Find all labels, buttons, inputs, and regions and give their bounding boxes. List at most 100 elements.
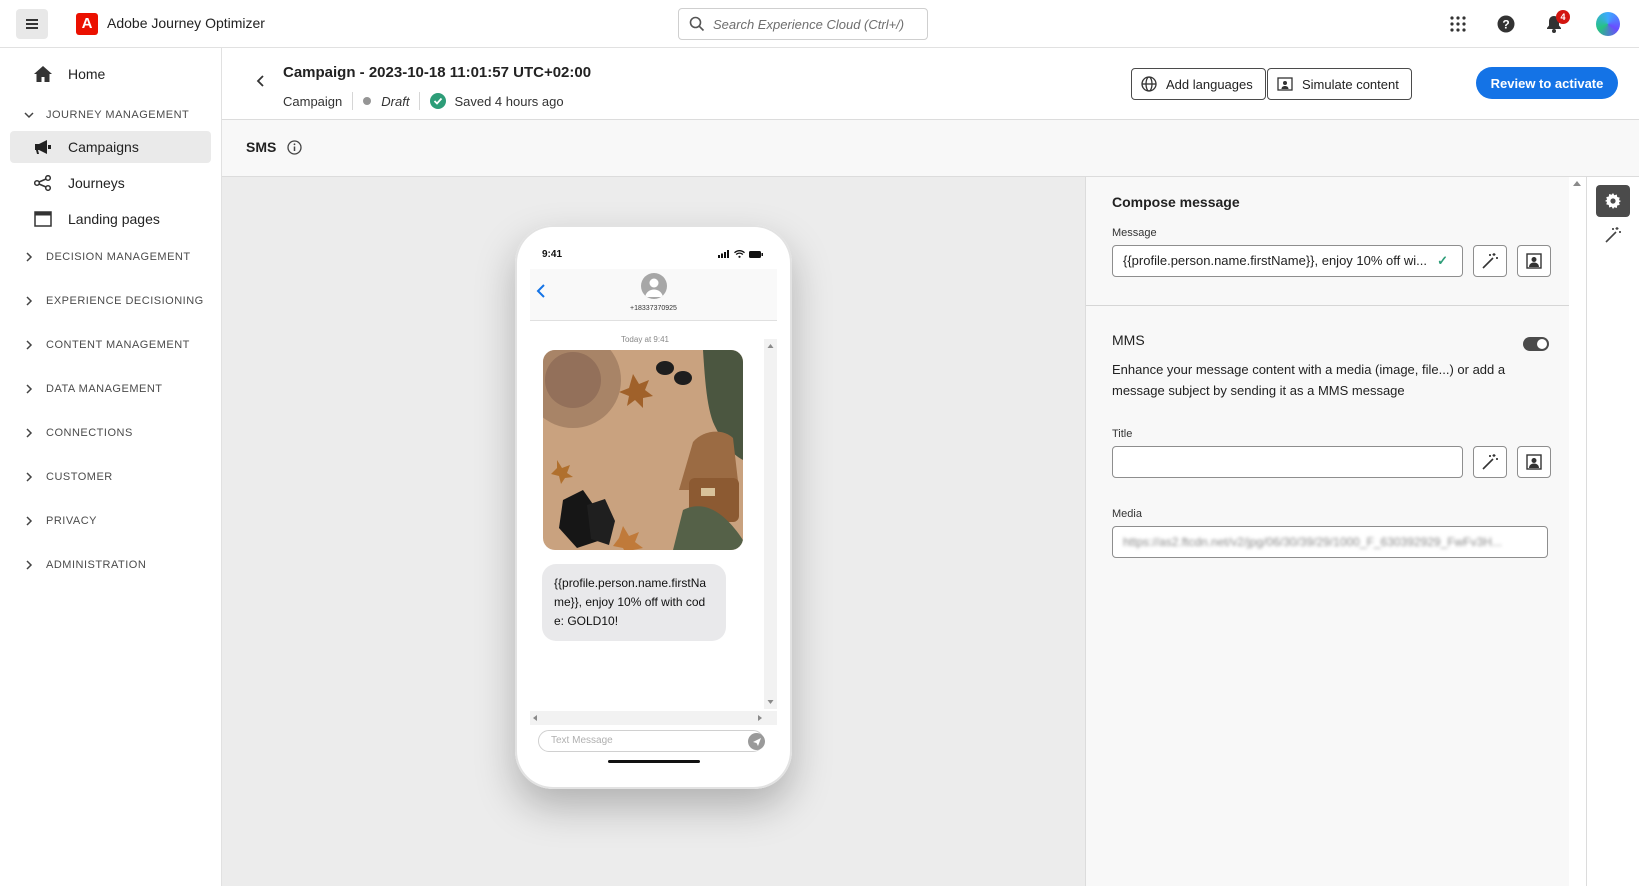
sidebar-item-label: Journeys [68, 175, 125, 191]
magic-wand-icon [1482, 454, 1498, 470]
gear-icon [1605, 193, 1621, 209]
magic-wand-icon [1605, 227, 1621, 243]
user-profile-icon [1526, 454, 1542, 470]
channel-bar: SMS [222, 120, 1639, 177]
adobe-logo-icon: A [76, 13, 98, 35]
menu-toggle-button[interactable] [16, 9, 48, 39]
user-avatar[interactable] [1596, 12, 1620, 36]
section-label: PRIVACY [46, 515, 97, 527]
sidebar-section-content-management[interactable]: CONTENT MANAGEMENT [24, 335, 214, 355]
sidebar-item-label: Campaigns [68, 139, 139, 155]
section-label: CONNECTIONS [46, 427, 133, 439]
hamburger-icon [26, 19, 38, 29]
message-profile-button[interactable] [1517, 245, 1551, 277]
preview-horizontal-scrollbar[interactable] [530, 711, 777, 725]
divider [419, 92, 421, 110]
magic-wand-icon [1482, 253, 1498, 269]
search-input[interactable] [713, 16, 913, 32]
chevron-left-icon[interactable] [536, 283, 546, 299]
sidebar-item-landing-pages[interactable]: Landing pages [10, 203, 211, 235]
signal-icon [718, 250, 729, 258]
title-field[interactable] [1112, 446, 1463, 478]
section-label: DECISION MANAGEMENT [46, 251, 191, 263]
right-rail [1588, 177, 1639, 886]
battery-icon [749, 250, 763, 258]
media-field[interactable]: https://as2.ftcdn.net/v2/jpg/06/30/39/29… [1112, 526, 1548, 558]
sidebar-section-connections[interactable]: CONNECTIONS [24, 423, 214, 443]
section-label: EXPERIENCE DECISIONING [46, 295, 204, 307]
sidebar-section-experience-decisioning[interactable]: EXPERIENCE DECISIONING [24, 291, 214, 311]
button-label: Simulate content [1302, 76, 1399, 92]
sidebar-section-privacy[interactable]: PRIVACY [24, 511, 214, 531]
message-timestamp: Today at 9:41 [620, 335, 670, 344]
status-dot-icon [363, 97, 372, 105]
simulate-content-button[interactable]: Simulate content [1267, 68, 1412, 100]
message-value: {{profile.person.name.firstName}}, enjoy… [1123, 253, 1427, 268]
search-box[interactable] [678, 8, 928, 40]
message-field[interactable]: {{profile.person.name.firstName}}, enjoy… [1112, 245, 1463, 277]
sidebar-item-campaigns[interactable]: Campaigns [10, 131, 211, 163]
message-preview-area: 9:41 +18337370925 Today at 9:41 {{profil… [222, 177, 1085, 886]
sidebar-item-label: Landing pages [68, 211, 160, 227]
preview-vertical-scrollbar[interactable] [764, 339, 777, 709]
sidebar-item-journeys[interactable]: Journeys [10, 167, 211, 199]
title-profile-button[interactable] [1517, 446, 1551, 478]
campaign-type: Campaign [283, 93, 343, 109]
notification-badge: 4 [1556, 10, 1570, 24]
phone-status-icons [718, 250, 763, 258]
add-languages-button[interactable]: Add languages [1131, 68, 1266, 100]
mms-title: MMS [1112, 332, 1145, 348]
sidebar-section-journey-management[interactable]: JOURNEY MANAGEMENT [24, 105, 214, 125]
sidebar-item-home[interactable]: Home [10, 58, 211, 90]
app-title: Adobe Journey Optimizer [107, 15, 265, 31]
phone-time: 9:41 [542, 249, 563, 260]
settings-rail-button[interactable] [1596, 185, 1630, 217]
phone-screen: 9:41 +18337370925 Today at 9:41 {{profil… [530, 239, 777, 741]
chevron-left-icon [256, 75, 264, 87]
title-personalize-button[interactable] [1473, 446, 1507, 478]
compose-panel: Compose message Message {{profile.person… [1085, 177, 1570, 886]
channel-title: SMS [246, 139, 277, 155]
mms-toggle[interactable] [1523, 337, 1549, 351]
mms-description: Enhance your message content with a medi… [1112, 362, 1506, 398]
campaign-meta: Campaign Draft Saved 4 hours ago [283, 92, 564, 110]
chevron-right-icon [24, 296, 36, 306]
info-icon[interactable] [287, 140, 302, 155]
chevron-right-icon [24, 384, 36, 394]
section-label: DATA MANAGEMENT [46, 383, 163, 395]
help-icon[interactable]: ? [1495, 13, 1517, 35]
chevron-right-icon [24, 252, 36, 262]
panel-scrollbar[interactable] [1569, 177, 1587, 886]
scroll-up-arrow-icon [1573, 181, 1581, 186]
send-icon [748, 733, 765, 750]
back-button[interactable] [252, 72, 270, 90]
sidebar-section-administration[interactable]: ADMINISTRATION [24, 555, 214, 575]
globe-icon [1140, 75, 1158, 93]
chevron-down-icon [24, 110, 36, 120]
megaphone-icon [32, 139, 54, 155]
review-to-activate-button[interactable]: Review to activate [1476, 67, 1618, 99]
chevron-right-icon [24, 340, 36, 350]
message-bubble: {{profile.person.name.firstName}}, enjoy… [542, 564, 726, 641]
ai-assistant-rail-button[interactable] [1596, 219, 1630, 251]
user-profile-icon [1526, 253, 1542, 269]
wifi-icon [734, 250, 745, 258]
section-divider [1086, 305, 1570, 306]
page-title: Campaign - 2023-10-18 11:01:57 UTC+02:00 [283, 64, 592, 81]
media-url: https://as2.ftcdn.net/v2/jpg/06/30/39/29… [1123, 535, 1502, 549]
text-message-input: Text Message [538, 730, 764, 752]
home-indicator [608, 760, 700, 763]
sidebar-section-customer[interactable]: CUSTOMER [24, 467, 214, 487]
apps-grid-icon[interactable] [1447, 13, 1469, 35]
sidebar-section-decision-management[interactable]: DECISION MANAGEMENT [24, 247, 214, 267]
contact-avatar [641, 273, 667, 299]
chevron-right-icon [24, 560, 36, 570]
journey-icon [32, 175, 54, 191]
mms-image [543, 350, 743, 550]
sidebar-section-data-management[interactable]: DATA MANAGEMENT [24, 379, 214, 399]
message-personalize-button[interactable] [1473, 245, 1507, 277]
top-bar: A Adobe Journey Optimizer ? 4 [0, 0, 1639, 48]
media-label: Media [1112, 508, 1142, 520]
landing-page-icon [32, 211, 54, 227]
title-label: Title [1112, 428, 1133, 440]
